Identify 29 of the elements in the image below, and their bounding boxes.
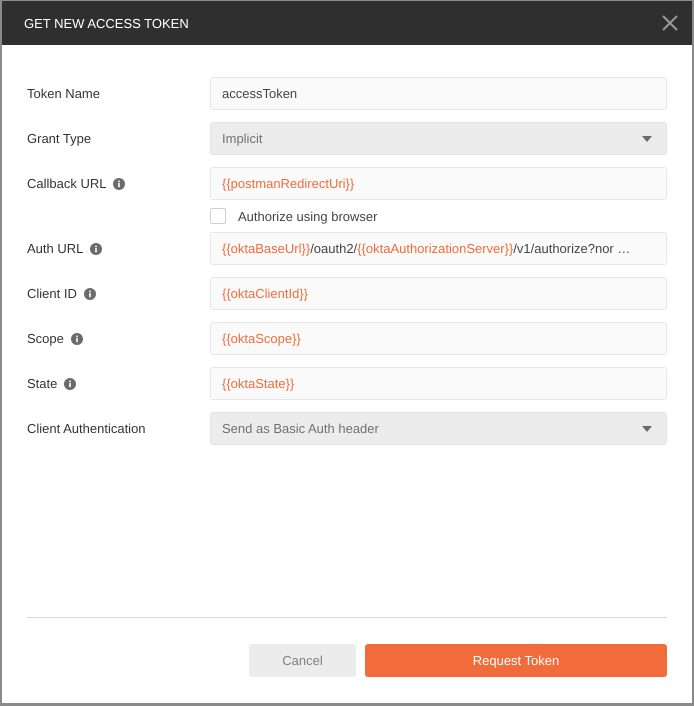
info-icon[interactable] <box>113 178 126 190</box>
input-field[interactable]: {{oktaClientId}} <box>210 277 667 310</box>
info-icon[interactable] <box>84 288 96 300</box>
cancel-button[interactable]: Cancel <box>249 644 356 677</box>
dropdown[interactable]: Send as Basic Auth header <box>210 412 667 445</box>
field-label: Token Name <box>27 86 100 101</box>
input-field[interactable]: accessToken <box>210 77 667 110</box>
field-label: Callback URL <box>27 176 106 191</box>
input-field[interactable]: {{postmanRedirectUri}} <box>210 167 667 200</box>
field-label: Client ID <box>27 286 77 301</box>
input-field[interactable]: {{oktaScope}} <box>210 322 667 355</box>
checkbox-label: Authorize using browser <box>238 208 378 224</box>
close-icon[interactable] <box>662 15 678 31</box>
field-label: Scope <box>27 331 64 346</box>
dialog-title: GET NEW ACCESS TOKEN <box>24 16 189 30</box>
checkbox[interactable] <box>210 208 226 224</box>
info-icon[interactable] <box>70 332 83 344</box>
caret-icon <box>642 136 652 142</box>
input-field[interactable]: {{oktaBaseUrl}}/oauth2/{{oktaAuthorizationServer}}/v1/authorize?nor … <box>210 232 667 265</box>
info-icon[interactable] <box>64 378 76 390</box>
request-token-button[interactable]: Request Token <box>365 644 667 677</box>
field-label: State <box>27 376 58 391</box>
field-label: Grant Type <box>27 131 92 146</box>
dropdown[interactable]: Implicit <box>210 122 667 155</box>
input-field[interactable]: {{oktaState}} <box>210 367 667 400</box>
field-label: Client Authentication <box>27 421 146 436</box>
info-icon[interactable] <box>90 242 102 254</box>
caret-icon <box>642 426 652 432</box>
field-label: Auth URL <box>27 241 84 256</box>
